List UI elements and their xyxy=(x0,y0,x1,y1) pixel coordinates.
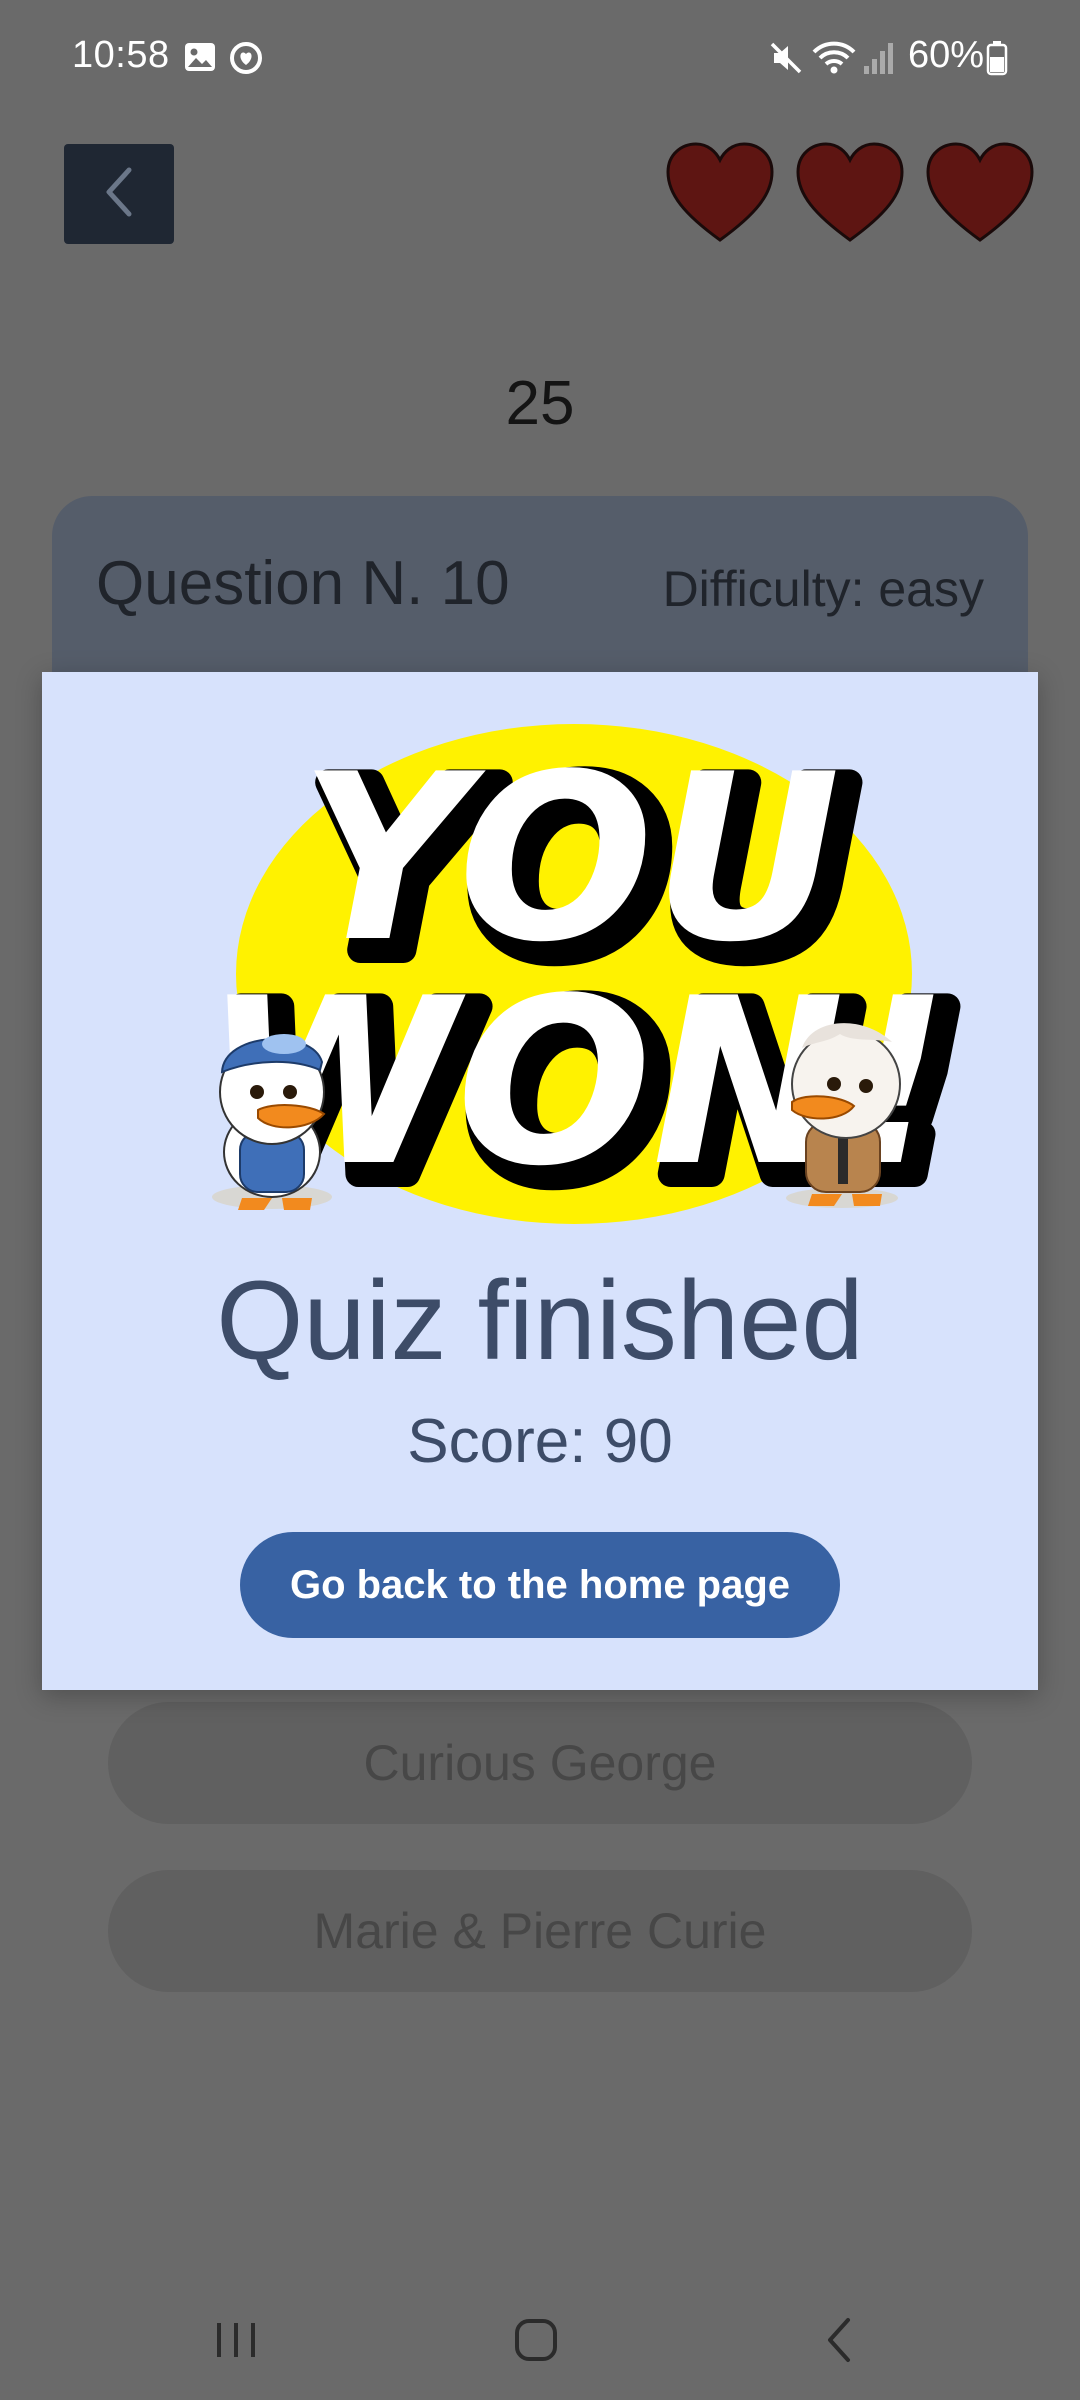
back-icon[interactable] xyxy=(800,2310,880,2370)
answer-option[interactable]: Marie & Pierre Curie xyxy=(108,1870,972,1992)
go-home-button[interactable]: Go back to the home page xyxy=(240,1532,840,1638)
battery-icon xyxy=(986,40,1008,81)
heart-icon xyxy=(924,140,1036,244)
countdown-timer: 25 xyxy=(505,369,575,438)
answer-option[interactable]: Curious George xyxy=(108,1702,972,1824)
mute-icon xyxy=(768,40,804,81)
lives-indicator xyxy=(664,140,1036,244)
wifi-icon xyxy=(812,40,856,81)
quiz-result-dialog: YOU YOU WON! WON! Quiz finished Score: 9… xyxy=(42,672,1038,1690)
heart-icon xyxy=(664,140,776,244)
dialog-title: Quiz finished xyxy=(216,1258,864,1383)
gallery-icon xyxy=(183,40,217,79)
status-bar: 10:58 60% xyxy=(0,0,1080,120)
final-score: Score: 90 xyxy=(407,1407,673,1476)
chevron-left-icon xyxy=(99,164,139,225)
heart-circle-icon xyxy=(228,40,264,81)
system-nav-bar xyxy=(0,2280,1080,2400)
question-difficulty: Difficulty: easy xyxy=(662,561,984,617)
battery-percent: 60% xyxy=(908,34,985,76)
heart-icon xyxy=(794,140,906,244)
back-button[interactable] xyxy=(64,144,174,244)
you-won-illustration: YOU YOU WON! WON! xyxy=(182,712,976,1242)
signal-icon xyxy=(862,40,898,81)
home-icon[interactable] xyxy=(496,2310,576,2370)
status-time: 10:58 xyxy=(72,34,170,76)
recent-apps-icon[interactable] xyxy=(196,2310,276,2370)
question-number: Question N. 10 xyxy=(96,549,510,618)
